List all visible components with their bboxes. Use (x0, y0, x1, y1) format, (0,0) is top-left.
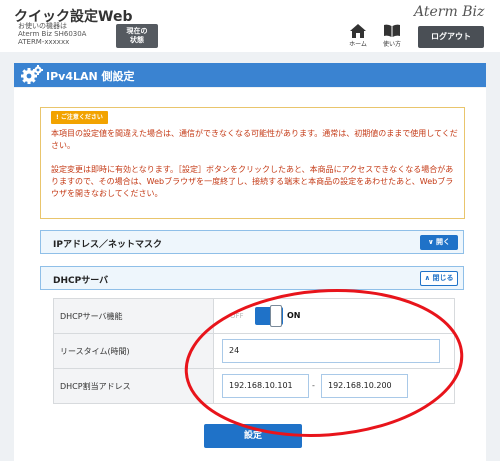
device-name: ATERM-xxxxxx (18, 38, 70, 46)
gear-icon (21, 65, 43, 84)
lease-time-label: リースタイム(時間) (53, 333, 214, 369)
status-button-line2: 状態 (130, 36, 144, 44)
expand-button[interactable]: ∨ 開く (420, 235, 458, 250)
collapse-button[interactable]: ∧ 閉じる (420, 271, 458, 286)
book-icon (384, 24, 400, 37)
submit-button[interactable]: 設定 (204, 424, 302, 448)
home-button[interactable]: ホーム (344, 24, 372, 50)
device-info: お使いの機器は Aterm Biz SH6030A ATERM-xxxxxx (18, 22, 86, 46)
home-label: ホーム (349, 41, 367, 48)
device-info-line: お使いの機器は (18, 22, 67, 30)
manual-button[interactable]: 使い方 (378, 24, 406, 50)
lease-time-input[interactable]: 24 (222, 339, 440, 363)
manual-label: 使い方 (382, 41, 401, 48)
toggle-off-label[interactable]: OFF (230, 312, 244, 320)
lease-time-cell: 24 (213, 333, 455, 369)
accordion-ip-netmask-label: IPアドレス／ネットマスク (53, 240, 162, 250)
dhcp-server-toggle-cell: OFF ON (213, 298, 455, 334)
accordion-dhcp-label: DHCPサーバ (53, 276, 109, 286)
dhcp-range-cell: 192.168.10.101 - 192.168.10.200 (213, 368, 455, 404)
range-separator: - (312, 381, 315, 390)
caution-paragraph: 設定変更は即時に有効となります。［設定］ボタンをクリックしたあと、本商品にアクセ… (51, 165, 454, 198)
logout-button[interactable]: ログアウト (418, 26, 484, 48)
range-start-input[interactable]: 192.168.10.101 (222, 374, 309, 398)
header: クイック設定Web お使いの機器は Aterm Biz SH6030A ATER… (0, 0, 500, 52)
caution-badge: ! ご注意ください (51, 111, 108, 124)
dhcp-range-label: DHCP割当アドレス (53, 368, 214, 404)
home-icon (350, 24, 366, 38)
status-button-line1: 現在の (126, 27, 148, 35)
table-row: リースタイム(時間) 24 (53, 333, 455, 369)
caution-box: ! ご注意ください 本項目の設定値を間違えた場合は、通信ができなくなる可能性があ… (40, 107, 465, 219)
caution-text: 本項目の設定値を間違えた場合は、通信ができなくなる可能性があります。通常は、初期… (51, 128, 459, 212)
dhcp-settings-table: DHCPサーバ機能 OFF ON リースタイム(時間) 24 DHCP割当アドレ… (53, 298, 455, 404)
toggle-on-label[interactable]: ON (287, 311, 301, 320)
current-status-button[interactable]: 現在の 状態 (116, 24, 158, 48)
aterm-biz-logo: Aterm Biz (414, 4, 485, 20)
toggle-knob[interactable] (270, 305, 282, 327)
table-row: DHCP割当アドレス 192.168.10.101 - 192.168.10.2… (53, 368, 455, 404)
device-model: Aterm Biz SH6030A (18, 30, 87, 38)
accordion-dhcp-server[interactable]: DHCPサーバ ∧ 閉じる (40, 266, 464, 290)
caution-paragraph: 本項目の設定値を間違えた場合は、通信ができなくなる可能性があります。通常は、初期… (51, 129, 458, 150)
table-row: DHCPサーバ機能 OFF ON (53, 298, 455, 334)
section-title: IPv4LAN 側設定 (46, 70, 135, 83)
accordion-ip-netmask[interactable]: IPアドレス／ネットマスク ∨ 開く (40, 230, 464, 254)
range-end-input[interactable]: 192.168.10.200 (321, 374, 408, 398)
dhcp-server-function-label: DHCPサーバ機能 (53, 298, 214, 334)
